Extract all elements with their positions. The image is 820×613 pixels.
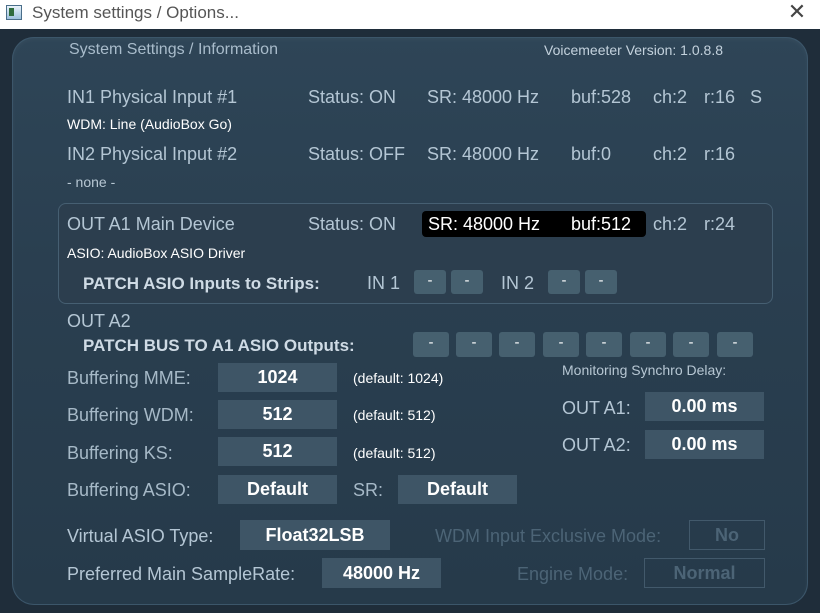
buffering-wdm-default: (default: 512): [353, 407, 436, 423]
patch-in2-label: IN 2: [501, 273, 535, 293]
asio-sr-label: SR:: [353, 480, 384, 500]
patch-bus-button-2[interactable]: -: [456, 332, 492, 357]
out-a1-info-highlight: SR: 48000 Hz buf:512: [422, 211, 646, 237]
engine-mode-field[interactable]: Normal: [644, 558, 765, 588]
in1-flag: S: [750, 87, 763, 107]
patch-bus-button-7[interactable]: -: [673, 332, 709, 357]
virtual-asio-label: Virtual ASIO Type:: [67, 526, 214, 546]
buffering-ks-field[interactable]: 512: [218, 437, 337, 466]
monitoring-a1-label: OUT A1:: [562, 398, 631, 418]
patch-bus-button-5[interactable]: -: [586, 332, 622, 357]
out-a1-device: ASIO: AudioBox ASIO Driver: [67, 245, 246, 261]
patch-bus-label: PATCH BUS TO A1 ASIO Outputs:: [83, 336, 355, 355]
in1-status: Status: ON: [308, 87, 397, 107]
in2-device: - none -: [67, 174, 116, 190]
patch-bus-button-4[interactable]: -: [543, 332, 579, 357]
patch-bus-button-8[interactable]: -: [717, 332, 753, 357]
window-frame: System Settings / Information Voicemeete…: [0, 29, 820, 613]
out-a1-label: OUT A1 Main Device: [67, 214, 235, 234]
window-title: System settings / Options...: [32, 3, 239, 22]
patch-bus-button-6[interactable]: -: [630, 332, 666, 357]
in2-status: Status: OFF: [308, 144, 406, 164]
in2-channels: ch:2: [653, 144, 688, 164]
buffering-mme-field[interactable]: 1024: [218, 363, 337, 392]
buffering-mme-default: (default: 1024): [353, 370, 444, 386]
patch-in2-left-button[interactable]: -: [548, 270, 580, 294]
monitoring-a1-field[interactable]: 0.00 ms: [645, 392, 764, 421]
samplerate-label: Preferred Main SampleRate:: [67, 564, 296, 584]
panel-title: System Settings / Information: [69, 41, 278, 58]
buffering-wdm-label: Buffering WDM:: [67, 405, 194, 425]
in1-resolution: r:16: [704, 87, 736, 107]
patch-in1-left-button[interactable]: -: [414, 270, 446, 294]
virtual-asio-type-field[interactable]: Float32LSB: [240, 520, 390, 550]
out-a2-label: OUT A2: [67, 311, 131, 331]
buffering-asio-field[interactable]: Default: [218, 475, 337, 504]
patch-in2-right-button[interactable]: -: [585, 270, 617, 294]
patch-bus-button-3[interactable]: -: [499, 332, 535, 357]
close-button[interactable]: ✕: [786, 1, 808, 25]
buffering-mme-label: Buffering MME:: [67, 368, 191, 388]
monitoring-a2-label: OUT A2:: [562, 435, 631, 455]
out-a1-status: Status: ON: [308, 214, 397, 234]
patch-asio-label: PATCH ASIO Inputs to Strips:: [83, 274, 320, 293]
in1-device: WDM: Line (AudioBox Go): [67, 116, 232, 132]
asio-sr-field[interactable]: Default: [398, 475, 517, 504]
wdm-exclusive-field[interactable]: No: [689, 520, 765, 550]
monitoring-title: Monitoring Synchro Delay:: [562, 362, 727, 378]
close-icon: ✕: [787, 0, 807, 24]
app-icon: [6, 5, 22, 20]
buffering-asio-label: Buffering ASIO:: [67, 480, 191, 500]
in2-buffer: buf:0: [571, 144, 612, 164]
wdm-exclusive-label: WDM Input Exclusive Mode:: [435, 526, 662, 546]
out-a1-channels: ch:2: [653, 214, 688, 234]
in2-resolution: r:16: [704, 144, 736, 164]
in1-channels: ch:2: [653, 87, 688, 107]
in1-buffer: buf:528: [571, 87, 632, 107]
in2-samplerate: SR: 48000 Hz: [427, 144, 540, 164]
patch-bus-button-1[interactable]: -: [413, 332, 449, 357]
out-a1-resolution: r:24: [704, 214, 736, 234]
buffering-ks-default: (default: 512): [353, 445, 436, 461]
buffering-ks-label: Buffering KS:: [67, 443, 173, 463]
out-a1-samplerate: SR: 48000 Hz: [428, 214, 541, 234]
settings-panel: System Settings / Information Voicemeete…: [12, 37, 808, 605]
engine-mode-label: Engine Mode:: [517, 564, 629, 584]
version-label: Voicemeeter Version: 1.0.8.8: [544, 42, 723, 58]
out-a1-buffer: buf:512: [571, 214, 632, 234]
in1-samplerate: SR: 48000 Hz: [427, 87, 540, 107]
in1-label: IN1 Physical Input #1: [67, 87, 238, 107]
in2-label: IN2 Physical Input #2: [67, 144, 238, 164]
monitoring-a2-field[interactable]: 0.00 ms: [645, 430, 764, 459]
title-bar: System settings / Options... ✕: [0, 0, 820, 29]
buffering-wdm-field[interactable]: 512: [218, 400, 337, 429]
patch-in1-right-button[interactable]: -: [451, 270, 483, 294]
samplerate-field[interactable]: 48000 Hz: [322, 558, 441, 588]
patch-in1-label: IN 1: [367, 273, 401, 293]
